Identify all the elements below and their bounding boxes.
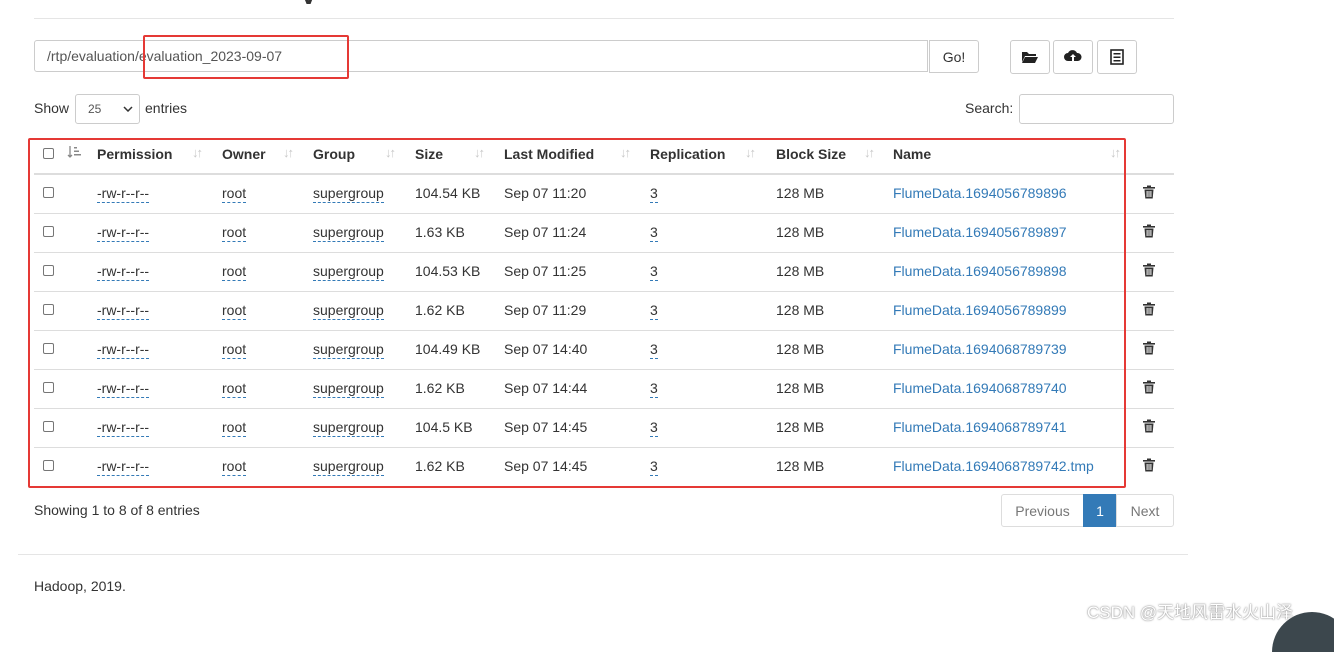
page-1-button[interactable]: 1 [1083,494,1117,527]
cut-paste-button[interactable] [1097,40,1137,74]
trash-icon[interactable] [1142,458,1156,472]
entries-per-page-select[interactable]: 25 [75,94,140,124]
chevron-down-icon [123,106,133,112]
trash-icon[interactable] [1142,302,1156,316]
create-directory-button[interactable] [1010,40,1050,74]
trash-icon[interactable] [1142,263,1156,277]
trash-icon[interactable] [1142,380,1156,394]
previous-page-button[interactable]: Previous [1001,494,1084,527]
trash-icon[interactable] [1142,419,1156,433]
next-label: Next [1130,502,1160,519]
watermark: CSDN @天地风雷水火山泽 [1087,603,1294,622]
show-label: Show [34,100,70,116]
search-label: Search: [965,100,1014,116]
page-heading-fragment: y [300,0,322,4]
cloud-upload-icon [1064,50,1082,63]
path-highlight-box [143,35,349,79]
search-input[interactable] [1019,94,1174,124]
go-button-label: Go! [942,48,966,65]
page-number: 1 [1096,502,1104,519]
previous-label: Previous [1015,502,1070,519]
trash-icon[interactable] [1142,224,1156,238]
go-button[interactable]: Go! [929,40,979,73]
folder-open-icon [1022,52,1038,63]
list-icon [1110,49,1124,65]
trash-icon[interactable] [1142,341,1156,355]
upload-button[interactable] [1053,40,1093,74]
top-divider [34,18,1174,19]
entries-per-page-value: 25 [88,102,102,116]
next-page-button[interactable]: Next [1116,494,1174,527]
table-highlight-box [28,138,1126,488]
entries-label: entries [145,100,188,116]
trash-icon[interactable] [1142,185,1156,199]
table-info: Showing 1 to 8 of 8 entries [34,502,200,518]
footer-divider [18,554,1188,555]
footer-text: Hadoop, 2019. [34,578,126,594]
